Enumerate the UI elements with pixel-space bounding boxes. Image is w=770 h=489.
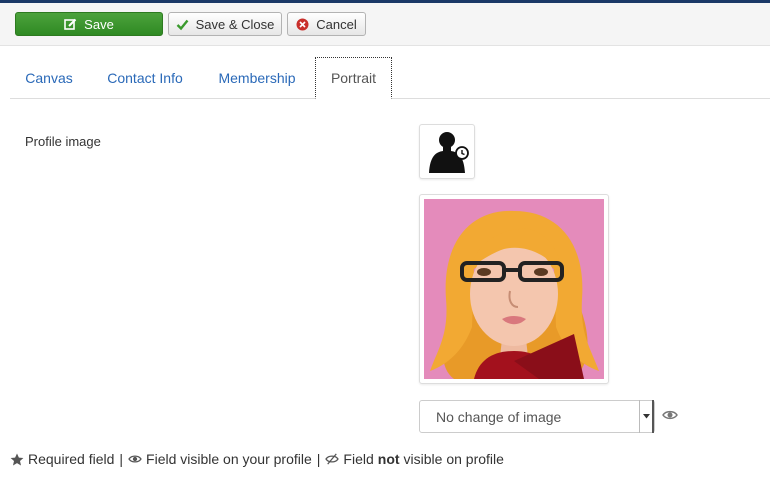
- eye-slash-icon: [325, 453, 343, 465]
- edit-icon: [64, 18, 77, 31]
- cancel-circle-icon: [296, 18, 309, 31]
- tab-portrait[interactable]: Portrait: [315, 57, 392, 99]
- save-label: Save: [84, 16, 114, 32]
- legend-visible: Field visible on your profile: [146, 451, 312, 467]
- tab-canvas[interactable]: Canvas: [10, 57, 88, 99]
- profile-avatar-image: [419, 194, 609, 384]
- cancel-button[interactable]: Cancel: [287, 12, 366, 36]
- cancel-label: Cancel: [316, 16, 357, 32]
- tab-membership[interactable]: Membership: [208, 57, 306, 99]
- legend-not-prefix: Field: [343, 451, 374, 467]
- image-select[interactable]: No change of image: [419, 400, 655, 433]
- legend-required: Required field: [28, 451, 115, 467]
- eye-icon: [662, 408, 678, 422]
- tab-bar: Canvas Contact Info Membership Portrait: [10, 57, 770, 99]
- user-pending-icon: [419, 124, 475, 179]
- legend-separator: |: [119, 451, 124, 467]
- chevron-down-icon: [639, 400, 654, 433]
- eye-icon: [128, 453, 146, 465]
- field-legend: Required field | Field visible on your p…: [10, 451, 504, 467]
- check-icon: [176, 18, 189, 31]
- image-select-value: No change of image: [436, 408, 562, 425]
- legend-separator: |: [316, 451, 321, 467]
- star-icon: [10, 453, 28, 466]
- legend-not-suffix: visible on profile: [403, 451, 504, 467]
- toolbar: Save Save & Close Cancel: [0, 3, 770, 46]
- save-close-label: Save & Close: [195, 16, 275, 32]
- tab-contact-info[interactable]: Contact Info: [96, 57, 194, 99]
- save-close-button[interactable]: Save & Close: [168, 12, 282, 36]
- legend-not-word: not: [377, 451, 400, 467]
- profile-image-label: Profile image: [25, 134, 101, 149]
- save-button[interactable]: Save: [15, 12, 163, 36]
